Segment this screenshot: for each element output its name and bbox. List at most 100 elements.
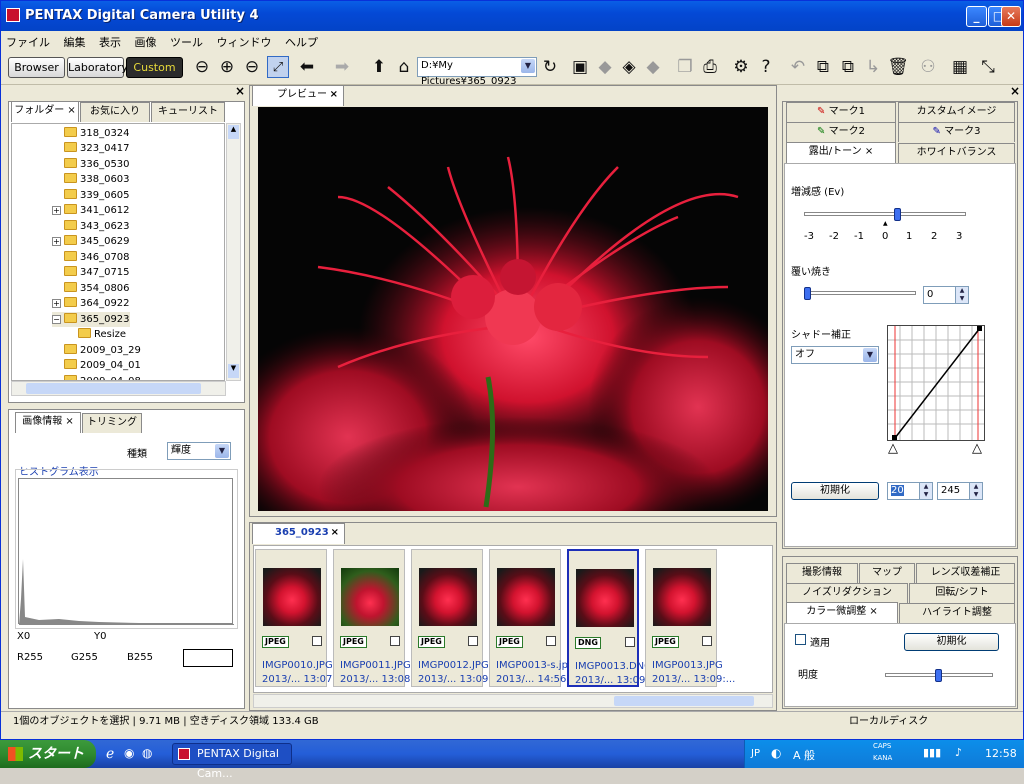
tone-curve[interactable] (887, 325, 985, 441)
thumbnail-item[interactable]: JPEG IMGP0011.JPG 2013/... 13:08:... (333, 549, 423, 687)
ev-slider-track[interactable] (804, 212, 966, 216)
burn-slider-track[interactable] (804, 291, 916, 295)
print-icon[interactable]: ⎙ (699, 56, 721, 78)
home-icon[interactable]: ⌂ (393, 56, 415, 78)
close-icon[interactable]: × (1010, 84, 1020, 98)
scroll-up-icon[interactable]: ▲ (228, 125, 239, 139)
tab-noise-reduction[interactable]: ノイズリダクション (786, 583, 908, 603)
menu-tools[interactable]: ツール (165, 31, 208, 53)
thumbnail-item[interactable]: JPEG IMGP0013.JPG 2013/... 13:09:... (645, 549, 735, 687)
select-checkbox[interactable] (702, 636, 712, 646)
tree-item[interactable]: 346_0708 (64, 250, 130, 265)
brightness-slider-thumb[interactable] (935, 669, 942, 682)
select-checkbox[interactable] (625, 637, 635, 647)
zoom-in-icon[interactable]: ⊕ (216, 56, 238, 78)
tab-exposure-tone[interactable]: 露出/トーン × (786, 142, 896, 163)
refresh-icon[interactable]: ↻ (539, 56, 561, 78)
tree-horizontal-scrollbar[interactable] (11, 381, 226, 396)
tab-highlight-adjust[interactable]: ハイライト調整 (899, 603, 1015, 623)
thumbnail-scrollbar[interactable] (253, 694, 773, 708)
close-icon[interactable]: × (235, 84, 245, 98)
input-black-point-icon[interactable]: △ (888, 441, 898, 456)
trash-icon[interactable]: 🗑 (887, 56, 909, 78)
zoom-fit-icon[interactable]: ⊖ (191, 56, 213, 78)
tab-shooting-info[interactable]: 撮影情報 (786, 563, 858, 583)
scroll-thumb[interactable] (26, 383, 201, 394)
tab-custom-image[interactable]: カスタムイメージ (898, 102, 1015, 122)
paste-settings-icon[interactable]: ⧉ (837, 56, 859, 78)
tree-item[interactable]: 339_0605 (64, 188, 130, 203)
tree-item[interactable]: 323_0417 (64, 141, 130, 156)
thumbnail-item[interactable]: JPEG IMGP0010.JPG 2013/... 13:07:... (255, 549, 345, 687)
tab-image-info[interactable]: 画像情報 × (15, 412, 81, 433)
rotate-left-icon[interactable]: ◆ (594, 56, 616, 78)
up-arrow-icon[interactable]: ⬆ (368, 56, 390, 78)
lang-indicator[interactable]: JP (751, 748, 760, 759)
tree-item[interactable]: 2009_04_08 (64, 374, 141, 380)
volume-icon[interactable]: ♪ (955, 746, 962, 759)
media-icon[interactable]: ◉ (124, 746, 134, 760)
copy-settings-icon[interactable]: ⧉ (812, 56, 834, 78)
burn-value-input[interactable]: 0 ▲ ▼ (923, 286, 969, 304)
fullscreen-icon[interactable]: ⤡ (977, 56, 999, 78)
reset-exposure-button[interactable]: 初期化 (791, 482, 879, 500)
apply-icon[interactable]: ↳ (862, 56, 884, 78)
laboratory-mode-button[interactable]: Laboratory (67, 57, 128, 78)
thumbnail-item[interactable]: JPEG IMGP0013-s.jpg 2013/... 14:56:... (489, 549, 579, 687)
copy-icon[interactable]: ❐ (674, 56, 696, 78)
scroll-thumb[interactable] (614, 696, 754, 706)
tree-item-selected[interactable]: −365_0923 (52, 312, 130, 327)
histogram-type-select[interactable]: 輝度 ▼ (167, 442, 231, 460)
tab-map[interactable]: マップ (859, 563, 915, 583)
path-combobox[interactable]: D:¥My Pictures¥365_0923 ▼ (417, 57, 537, 87)
tree-item[interactable]: +364_0922 (52, 296, 130, 311)
input-white-value[interactable]: 245 ▲ ▼ (937, 482, 983, 500)
tab-rotate-shift[interactable]: 回転/シフト (909, 583, 1015, 603)
tree-item[interactable]: +341_0612 (52, 203, 130, 218)
select-checkbox[interactable] (468, 636, 478, 646)
tab-color-fine-adjust[interactable]: カラー微調整 × (786, 602, 898, 623)
tree-item[interactable]: 2009_04_01 (64, 358, 141, 373)
input-black-value[interactable]: 20 ▲ ▼ (887, 482, 933, 500)
menu-image[interactable]: 画像 (130, 31, 162, 53)
select-checkbox[interactable] (546, 636, 556, 646)
tree-item[interactable]: 2009_03_29 (64, 343, 141, 358)
tab-queue-list[interactable]: キューリスト (151, 102, 225, 122)
back-arrow-icon[interactable]: ⬅ (296, 56, 318, 78)
tab-preview[interactable]: プレビュー × (252, 85, 344, 106)
forward-arrow-icon[interactable]: ➡ (331, 56, 353, 78)
input-white-point-icon[interactable]: △ (972, 441, 982, 456)
apply-checkbox[interactable] (795, 634, 806, 645)
thumbnail-item-selected[interactable]: DNG IMGP0013.DNG 2013/... 13:09:... (567, 549, 658, 687)
tree-vertical-scrollbar[interactable]: ▲ ▼ (226, 123, 241, 381)
tab-mark1[interactable]: ✎ マーク1 (786, 102, 896, 122)
browser-mode-button[interactable]: Browser (8, 57, 65, 78)
ev-slider-thumb[interactable] (894, 208, 901, 221)
select-checkbox[interactable] (390, 636, 400, 646)
start-button[interactable]: スタート (0, 740, 96, 768)
select-checkbox[interactable] (312, 636, 322, 646)
fit-window-icon[interactable]: ⤢ (267, 56, 289, 78)
window-layout-icon[interactable]: ▣ (569, 56, 591, 78)
tab-white-balance[interactable]: ホワイトバランス (898, 143, 1015, 163)
tree-item[interactable]: +345_0629 (52, 234, 130, 249)
taskbar-app-button[interactable]: PENTAX Digital Cam... (172, 743, 292, 780)
tree-item[interactable]: 336_0530 (64, 157, 130, 172)
tree-item[interactable]: 354_0806 (64, 281, 130, 296)
undo-icon[interactable]: ↶ (787, 56, 809, 78)
tab-folder-365-0923[interactable]: 365_0923 × (252, 523, 345, 544)
scroll-down-icon[interactable]: ▼ (228, 364, 239, 378)
network-icon[interactable]: ▮▮▮ (923, 746, 941, 759)
preview-image[interactable] (258, 107, 768, 511)
tree-item[interactable]: 343_0623 (64, 219, 130, 234)
tree-item[interactable]: Resize (78, 327, 126, 342)
menu-help[interactable]: ヘルプ (280, 31, 323, 53)
zoom-out-icon[interactable]: ⊖ (241, 56, 263, 78)
menu-window[interactable]: ウィンドウ (212, 31, 277, 53)
tab-mark2[interactable]: ✎ マーク2 (786, 122, 896, 142)
rotate-right-icon[interactable]: ◈ (618, 56, 640, 78)
thumbnail-item[interactable]: JPEG IMGP0012.JPG 2013/... 13:09:... (411, 549, 501, 687)
tab-folders[interactable]: フォルダー × (11, 101, 79, 122)
tab-lens-correction[interactable]: レンズ収差補正 (916, 563, 1015, 583)
ime-icon[interactable]: ◐ (771, 746, 781, 760)
